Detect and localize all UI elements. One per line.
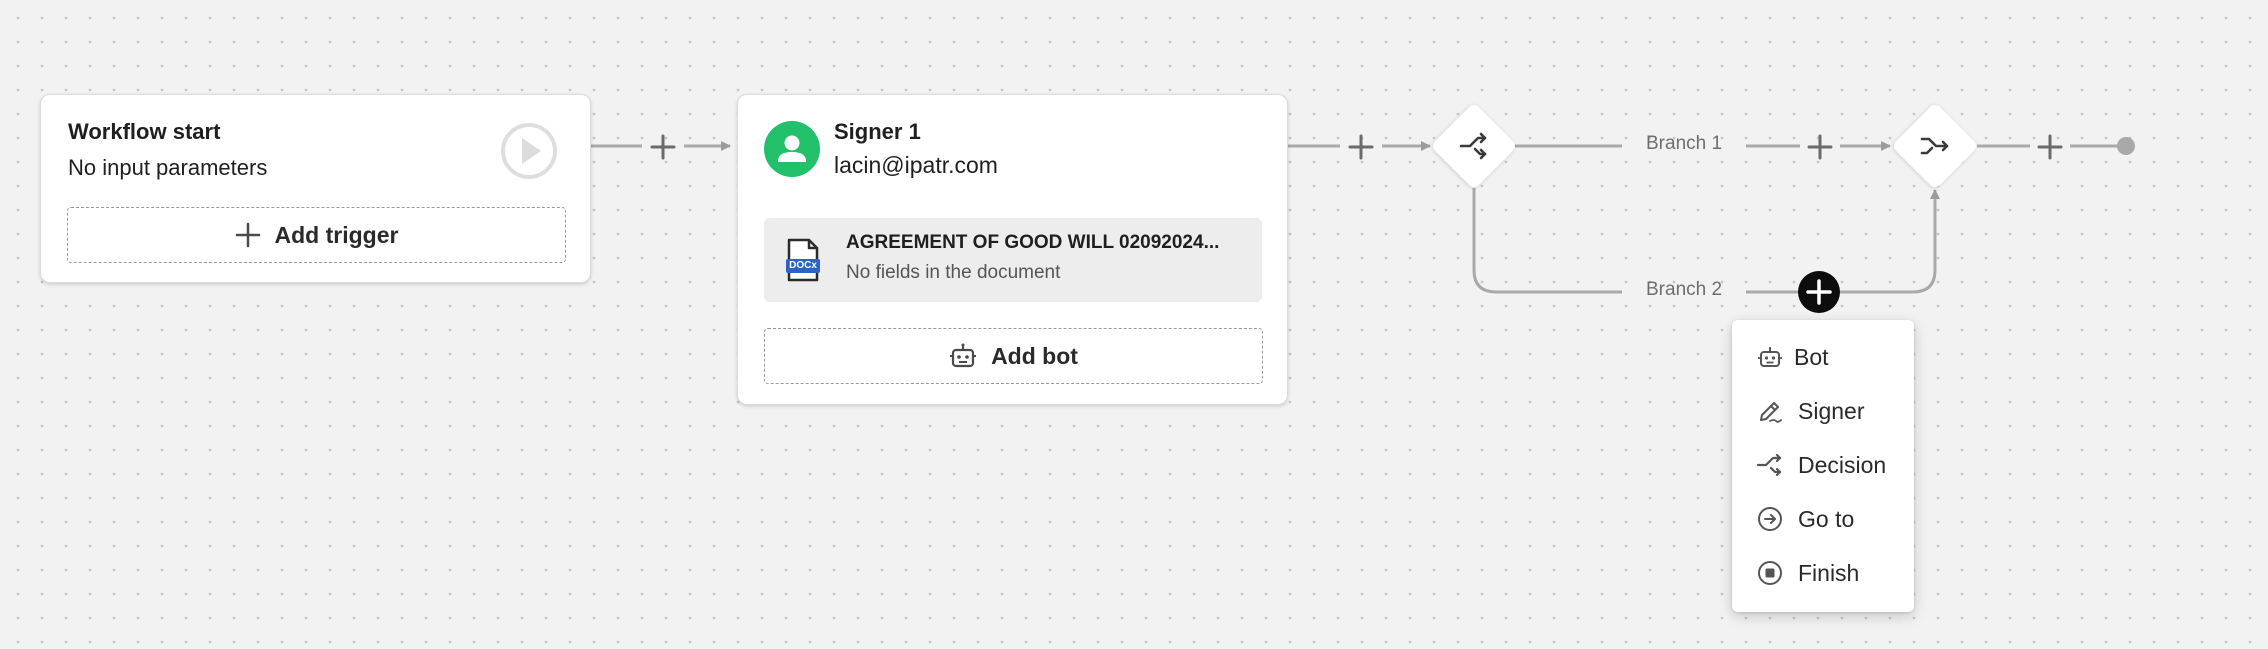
decision-icon [1458, 130, 1490, 162]
menu-item-decision[interactable]: Decision [1732, 442, 1914, 488]
add-bot-button[interactable]: Add bot [764, 328, 1263, 384]
menu-item-signer[interactable]: Signer [1732, 388, 1914, 434]
document-item[interactable]: DOCx AGREEMENT OF GOOD WILL 02092024... … [764, 218, 1262, 302]
document-status: No fields in the document [846, 262, 1061, 283]
menu-item-label: Bot [1794, 343, 1829, 370]
person-icon [778, 135, 806, 162]
add-step-button[interactable] [1346, 132, 1376, 162]
signer-title: Signer 1 [834, 119, 921, 144]
branch-1-label[interactable]: Branch 1 [1646, 133, 1722, 155]
bot-icon [1758, 347, 1782, 367]
play-icon [501, 123, 557, 179]
add-trigger-label: Add trigger [274, 221, 399, 248]
workflow-start-card[interactable]: Workflow start No input parameters Add t… [40, 94, 591, 283]
merge-icon [1919, 130, 1951, 162]
end-node [2117, 137, 2135, 155]
card-subtitle: No input parameters [68, 155, 268, 180]
decision-icon [1756, 453, 1782, 477]
add-step-button-active[interactable] [1798, 271, 1840, 313]
add-bot-label: Add bot [991, 342, 1078, 369]
card-title: Workflow start [68, 119, 221, 144]
plus-icon [2037, 134, 2063, 160]
menu-item-finish[interactable]: Finish [1732, 550, 1914, 596]
menu-item-label: Decision [1798, 451, 1887, 478]
menu-item-label: Go to [1798, 505, 1855, 532]
plus-icon [1348, 134, 1374, 160]
add-step-button[interactable] [648, 132, 678, 162]
go-to-icon [1758, 507, 1782, 531]
plus-icon [1807, 134, 1833, 160]
add-step-button[interactable] [2035, 132, 2065, 162]
connector-line [1840, 189, 1940, 294]
menu-item-bot[interactable]: Bot [1732, 334, 1914, 380]
menu-item-label: Finish [1798, 559, 1860, 586]
stop-icon [1758, 561, 1782, 585]
plus-icon [650, 134, 676, 160]
plus-icon [235, 222, 260, 248]
connector-line [1472, 188, 1622, 294]
signer-email: lacin@ipatr.com [834, 152, 998, 178]
docx-badge: DOCx [789, 260, 817, 271]
add-step-button[interactable] [1805, 132, 1835, 162]
run-button[interactable] [499, 121, 559, 181]
pen-icon [1760, 402, 1782, 423]
plus-icon [1806, 279, 1832, 305]
document-name: AGREEMENT OF GOOD WILL 02092024... [846, 232, 1220, 253]
avatar [764, 121, 820, 177]
bot-icon [950, 343, 977, 368]
branch-2-label[interactable]: Branch 2 [1646, 279, 1722, 301]
menu-item-label: Signer [1798, 397, 1865, 424]
menu-item-go-to[interactable]: Go to [1732, 496, 1914, 542]
add-step-menu: Bot Signer Decision Go to Finish [1732, 320, 1914, 612]
signer-card[interactable]: Signer 1 lacin@ipatr.com DOCx AGREEMENT … [737, 94, 1288, 405]
docx-file-icon: DOCx [786, 238, 820, 282]
add-trigger-button[interactable]: Add trigger [67, 207, 566, 263]
